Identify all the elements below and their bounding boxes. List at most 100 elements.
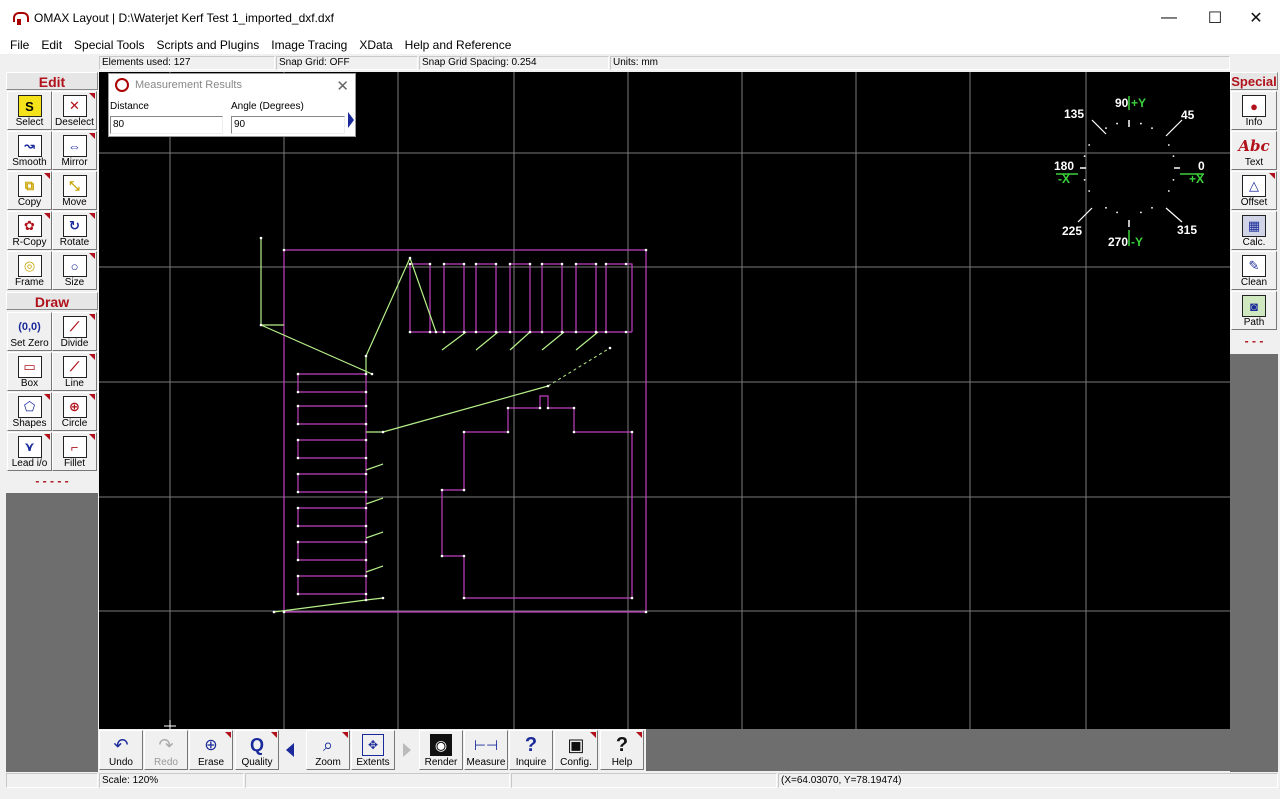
deselect-icon: ✕ xyxy=(62,95,87,117)
rotate-tool[interactable]: ↻ Rotate xyxy=(52,211,97,250)
scroll-left-arrow-icon[interactable] xyxy=(286,743,294,757)
monitor-icon: ▣ xyxy=(567,734,585,755)
compass-minor-tick xyxy=(1083,179,1086,181)
undo-button[interactable]: ↶ Undo xyxy=(99,730,143,770)
rotate-icon: ↻ xyxy=(62,215,87,237)
lead-io-tool[interactable]: ⋎ Lead i/o xyxy=(7,432,52,471)
line-tool[interactable]: ⟋ Line xyxy=(52,352,97,391)
fillet-label: Fillet xyxy=(63,458,86,469)
expand-arrow-icon[interactable] xyxy=(348,112,354,128)
smooth-tool[interactable]: ↝ Smooth xyxy=(7,131,52,170)
render-button[interactable]: ◉ Render xyxy=(419,730,463,770)
part-geometry[interactable] xyxy=(283,249,647,613)
menu-edit[interactable]: Edit xyxy=(35,36,68,54)
redo-button[interactable]: ↷ Redo xyxy=(144,730,188,770)
size-icon: ○ xyxy=(62,255,87,277)
compass-label-315: 315 xyxy=(1177,223,1197,237)
menu-scripts-plugins[interactable]: Scripts and Plugins xyxy=(151,36,266,54)
shapes-icon: ⬠ xyxy=(17,396,42,418)
size-tool[interactable]: ○ Size xyxy=(52,251,97,290)
compass-minor-tick xyxy=(1116,122,1118,125)
circle-tool[interactable]: ⊕ Circle xyxy=(52,392,97,431)
divide-tool[interactable]: ⟋ Divide xyxy=(52,312,97,351)
vertex-point xyxy=(296,390,300,394)
dropdown-corner-icon xyxy=(89,213,95,219)
vertex-point xyxy=(508,262,512,266)
info-tool[interactable]: ● Info xyxy=(1231,91,1277,130)
measurement-results-dialog[interactable]: Measurement Results ✕ Distance Angle (De… xyxy=(108,73,356,137)
text-label: Text xyxy=(1244,157,1264,168)
menu-image-tracing[interactable]: Image Tracing xyxy=(265,36,353,54)
compass-tick-315 xyxy=(1165,207,1183,223)
angle-value-field[interactable]: 90 xyxy=(231,116,345,134)
compass-label-270: 270 xyxy=(1108,235,1128,249)
help-button[interactable]: ? Help xyxy=(600,730,644,770)
distance-label: Distance xyxy=(110,101,149,112)
title-bar: OMAX Layout | D:\Waterjet Kerf Test 1_im… xyxy=(0,0,1280,36)
quality-button[interactable]: Q Quality xyxy=(235,730,279,770)
calc-tool[interactable]: ▦ Calc. xyxy=(1231,211,1277,250)
menu-special-tools[interactable]: Special Tools xyxy=(68,36,151,54)
scroll-right-arrow-icon[interactable] xyxy=(403,743,411,757)
close-button[interactable]: ✕ xyxy=(1233,0,1279,36)
shapes-tool[interactable]: ⬠ Shapes xyxy=(7,392,52,431)
render-icon: ◉ xyxy=(430,734,452,756)
text-tool[interactable]: Abc Text xyxy=(1231,131,1277,170)
drawing-canvas[interactable]: 90 +Y 45 135 180 -X 0 +X 225 270 -Y 315 xyxy=(99,72,1230,729)
vertex-point xyxy=(364,390,368,394)
mirror-tool[interactable]: ⇔ Mirror xyxy=(52,131,97,170)
dropdown-corner-icon xyxy=(89,394,95,400)
offset-tool[interactable]: △ Offset xyxy=(1231,171,1277,210)
vertex-point xyxy=(364,598,368,602)
vertex-point xyxy=(259,323,263,327)
top-comb-slot xyxy=(475,263,497,332)
copy-tool[interactable]: ⧉ Copy xyxy=(7,171,52,210)
deselect-label: Deselect xyxy=(55,117,94,128)
info-label: Info xyxy=(1245,117,1263,128)
extents-button[interactable]: ✥ Extents xyxy=(351,730,395,770)
dropdown-corner-icon xyxy=(89,253,95,259)
drawing-svg[interactable]: 90 +Y 45 135 180 -X 0 +X 225 270 -Y 315 xyxy=(99,72,1230,729)
dropdown-corner-icon xyxy=(44,213,50,219)
top-status-bar: Elements used: 127 Snap Grid: OFF Snap G… xyxy=(0,55,1280,71)
config-button[interactable]: ▣ Config. xyxy=(554,730,598,770)
erase-button[interactable]: ⊕ Erase xyxy=(189,730,233,770)
measurement-dialog-titlebar[interactable]: Measurement Results xyxy=(109,74,355,96)
minimize-button[interactable]: — xyxy=(1146,0,1192,36)
path-tool[interactable]: ◙ Path xyxy=(1231,291,1277,330)
clean-tool[interactable]: ✎ Clean xyxy=(1231,251,1277,290)
menu-xdata[interactable]: XData xyxy=(353,36,398,54)
mirror-label: Mirror xyxy=(61,157,88,168)
top-comb-slot xyxy=(541,263,563,332)
compass-label-minus-y: -Y xyxy=(1131,235,1143,249)
compass-minor-tick xyxy=(1105,206,1107,209)
r-copy-tool[interactable]: ✿ R-Copy xyxy=(7,211,52,250)
menu-help-reference[interactable]: Help and Reference xyxy=(399,36,518,54)
left-tool-panel: Edit S Select ✕ Deselect ↝ Smooth ⇔ Mirr… xyxy=(6,72,98,493)
vertex-point xyxy=(630,596,634,600)
menu-file[interactable]: File xyxy=(4,36,35,54)
vertex-point xyxy=(594,330,598,334)
select-tool[interactable]: S Select xyxy=(7,91,52,130)
draw-panel-more[interactable]: - - - - - xyxy=(6,474,98,488)
fillet-tool[interactable]: ⌐ Fillet xyxy=(52,432,97,471)
measurement-close-button[interactable]: ✕ xyxy=(336,77,349,95)
vertex-point xyxy=(282,248,286,252)
set-zero-tool[interactable]: (0,0) Set Zero xyxy=(7,312,52,351)
top-comb-slot xyxy=(509,263,531,332)
dropdown-corner-icon xyxy=(89,133,95,139)
maximize-button[interactable]: ☐ xyxy=(1192,0,1238,36)
vertex-point xyxy=(608,346,612,350)
bottom-toolbar-empty-area xyxy=(646,729,1230,771)
frame-tool[interactable]: ◎ Frame xyxy=(7,251,52,290)
measure-button[interactable]: ⊢⊣ Measure xyxy=(464,730,508,770)
zoom-button[interactable]: ⌕ Zoom xyxy=(306,730,350,770)
distance-value-field[interactable]: 80 xyxy=(110,116,223,134)
vertex-point xyxy=(494,262,498,266)
deselect-tool[interactable]: ✕ Deselect xyxy=(52,91,97,130)
offset-icon: △ xyxy=(1242,175,1266,197)
inquire-button[interactable]: ? Inquire xyxy=(509,730,553,770)
special-panel-more[interactable]: - - - xyxy=(1230,334,1278,348)
move-tool[interactable]: ⤡ Move xyxy=(52,171,97,210)
box-tool[interactable]: ▭ Box xyxy=(7,352,52,391)
